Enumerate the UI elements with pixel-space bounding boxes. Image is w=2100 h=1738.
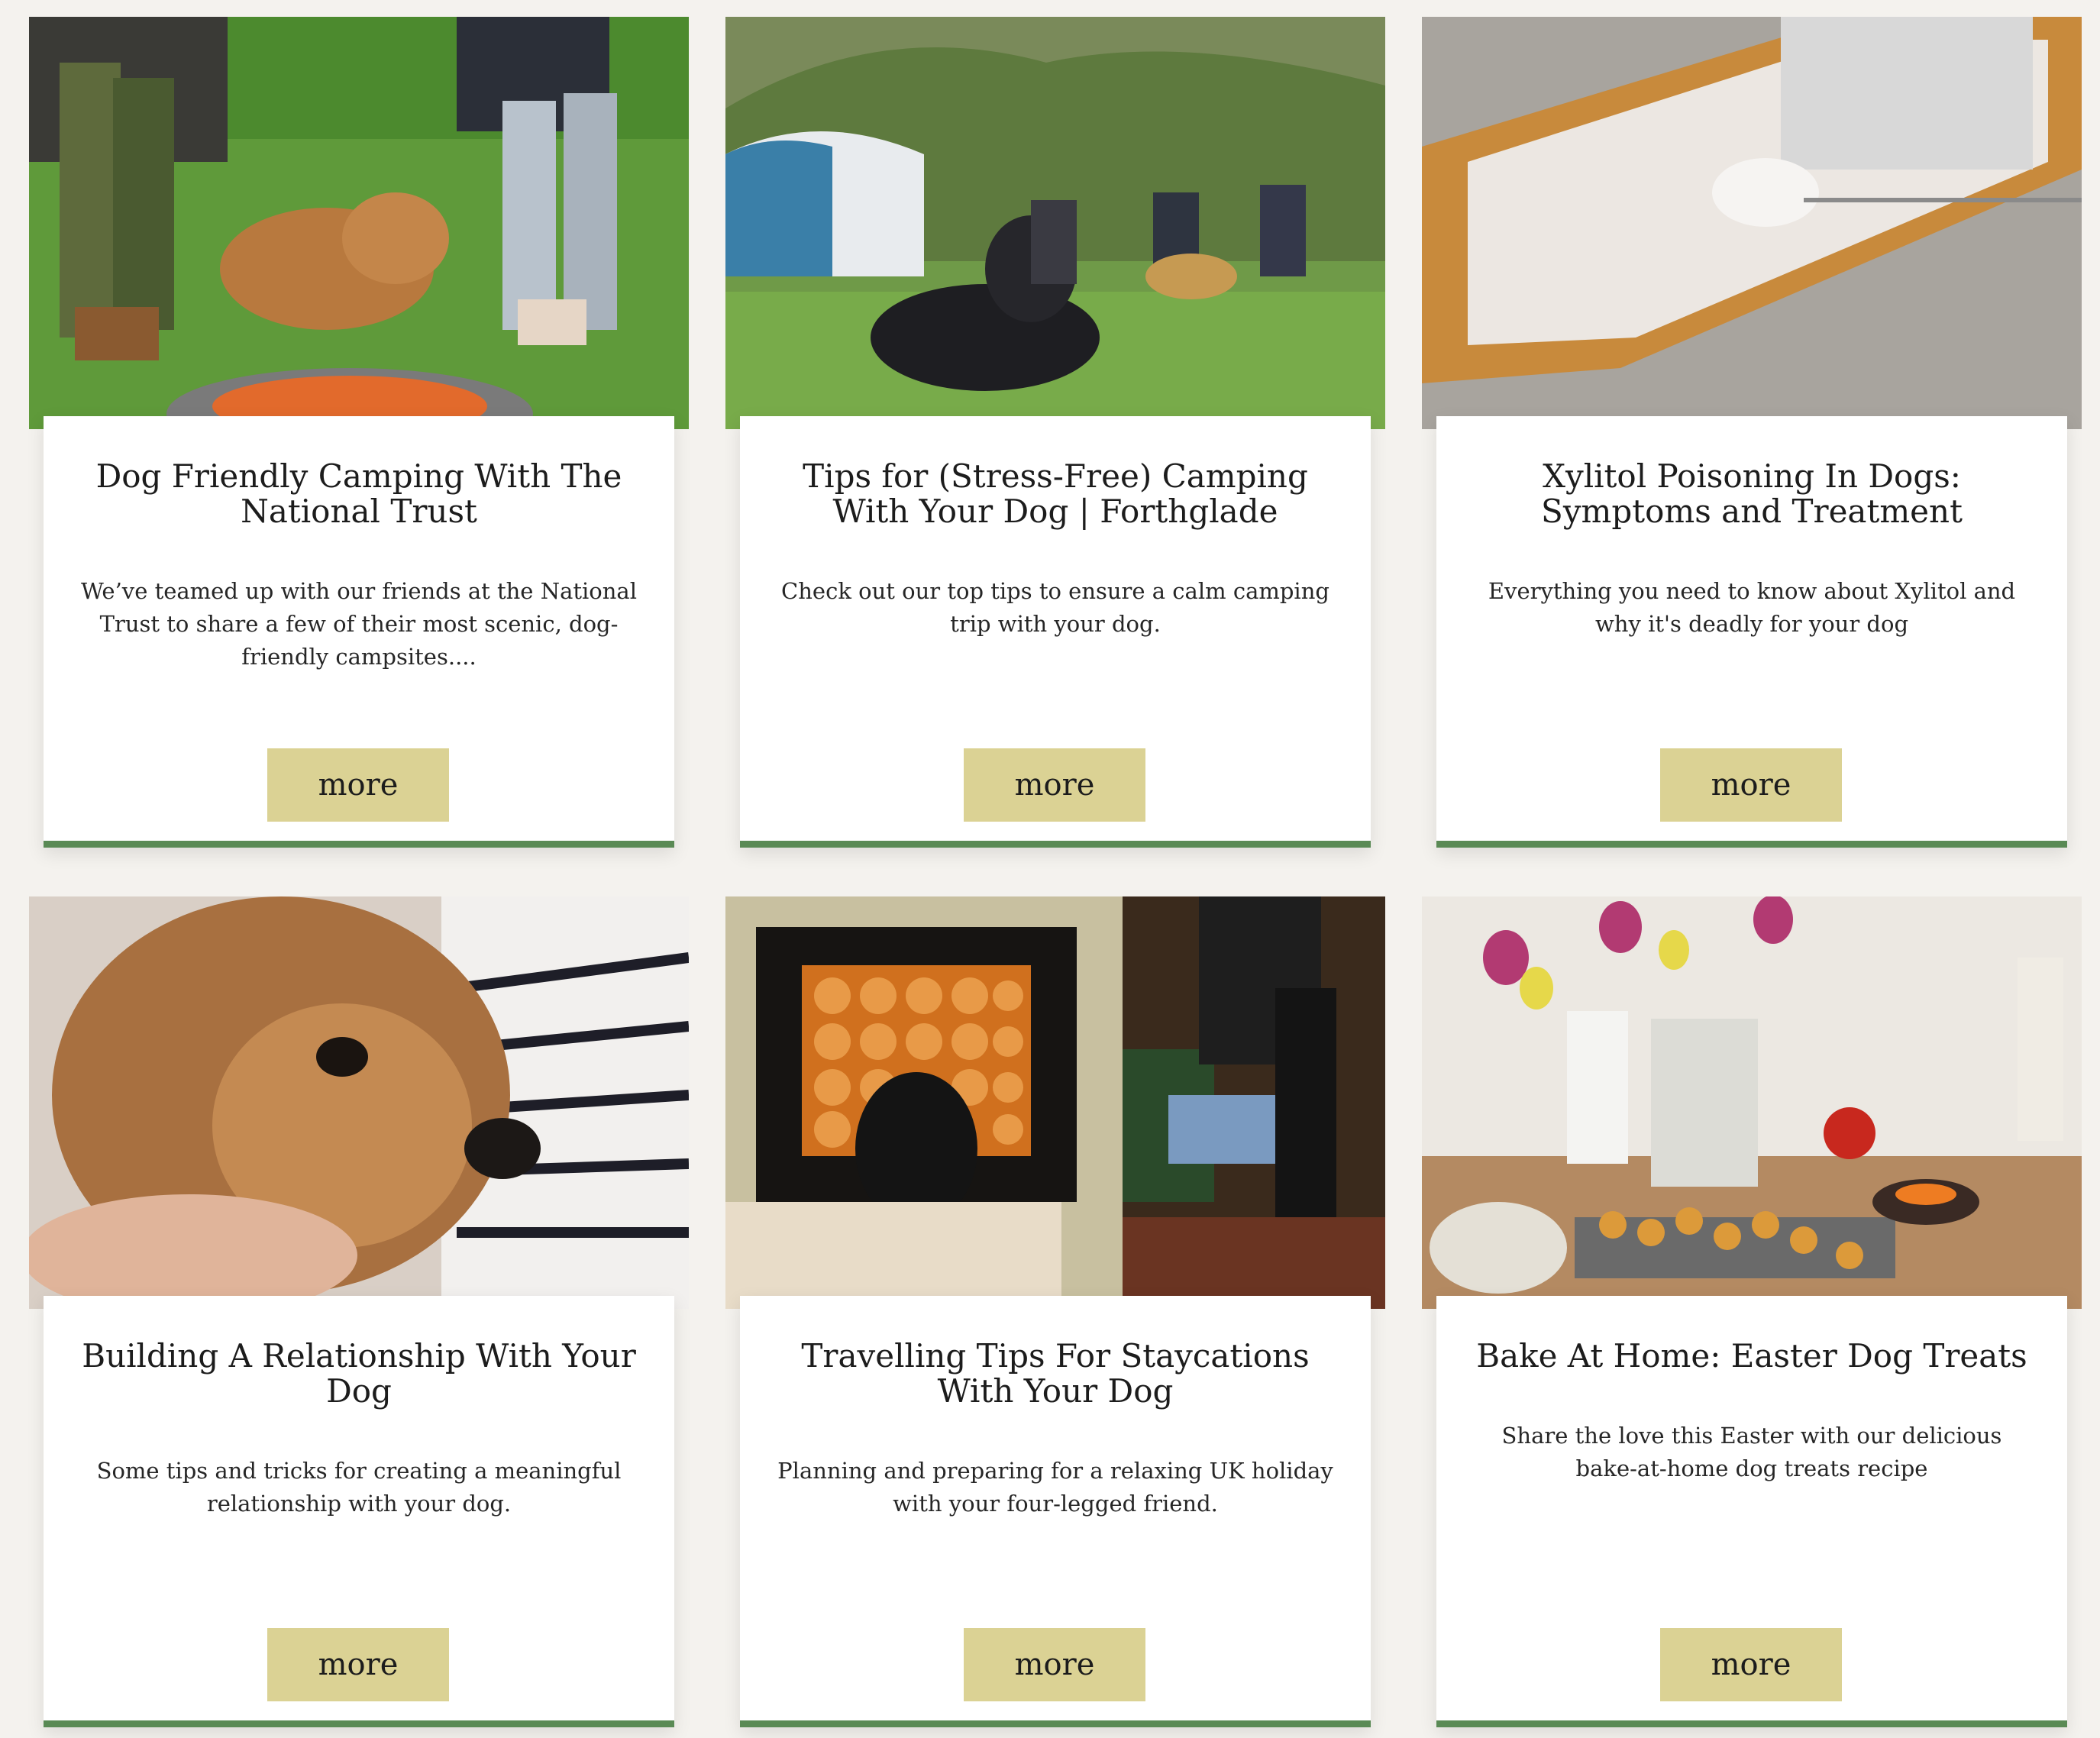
article-card: Travelling Tips For Staycations With You… [725, 896, 1385, 1738]
more-button[interactable]: more [267, 748, 449, 822]
photo-dog-fireplace [725, 896, 1385, 1309]
article-card-body: Travelling Tips For Staycations With You… [740, 1296, 1371, 1727]
article-card: Building A Relationship With Your Dog So… [29, 896, 689, 1738]
article-card-body: Tips for (Stress-Free) Camping With Your… [740, 416, 1371, 848]
more-button[interactable]: more [267, 1628, 449, 1701]
article-description: Some tips and tricks for creating a mean… [96, 1458, 622, 1517]
more-button[interactable]: more [1660, 1628, 1842, 1701]
more-button[interactable]: more [964, 1628, 1145, 1701]
article-image-stress-free-camping[interactable] [725, 17, 1385, 429]
photo-dog-campfire [29, 17, 689, 429]
article-title: Dog Friendly Camping With The National T… [95, 457, 622, 530]
article-title: Xylitol Poisoning In Dogs: Symptoms and … [1541, 457, 1963, 530]
article-description: Share the love this Easter with our deli… [1501, 1423, 2002, 1481]
article-card: Dog Friendly Camping With The National T… [29, 17, 689, 858]
photo-dog-cuddle [29, 896, 689, 1309]
more-button[interactable]: more [964, 748, 1145, 822]
article-image-easter-treats[interactable] [1422, 896, 2082, 1309]
article-image-staycations[interactable] [725, 896, 1385, 1309]
article-title: Tips for (Stress-Free) Camping With Your… [803, 457, 1308, 530]
article-description: We’ve teamed up with our friends at the … [80, 578, 637, 670]
article-card: Xylitol Poisoning In Dogs: Symptoms and … [1422, 17, 2082, 858]
article-description: Check out our top tips to ensure a calm … [781, 578, 1329, 637]
article-card-body: Bake At Home: Easter Dog Treats Share th… [1436, 1296, 2067, 1727]
article-image-relationship[interactable] [29, 896, 689, 1309]
article-title: Building A Relationship With Your Dog [82, 1337, 636, 1410]
article-card-body: Dog Friendly Camping With The National T… [44, 416, 674, 848]
article-card: Bake At Home: Easter Dog Treats Share th… [1422, 896, 2082, 1738]
more-button[interactable]: more [1660, 748, 1842, 822]
article-card: Tips for (Stress-Free) Camping With Your… [725, 17, 1385, 858]
article-image-camping-national-trust[interactable] [29, 17, 689, 429]
photo-baked-treats [1422, 896, 2082, 1309]
article-description: Everything you need to know about Xylito… [1488, 578, 2016, 637]
photo-sugar-tray [1422, 17, 2082, 429]
photo-dogs-campsite [725, 17, 1385, 429]
article-card-body: Building A Relationship With Your Dog So… [44, 1296, 674, 1727]
article-description: Planning and preparing for a relaxing UK… [777, 1458, 1333, 1517]
article-card-body: Xylitol Poisoning In Dogs: Symptoms and … [1436, 416, 2067, 848]
article-grid: Dog Friendly Camping With The National T… [29, 17, 2083, 1738]
article-title: Travelling Tips For Staycations With You… [801, 1337, 1310, 1410]
article-title: Bake At Home: Easter Dog Treats [1476, 1337, 2027, 1375]
article-image-xylitol[interactable] [1422, 17, 2082, 429]
